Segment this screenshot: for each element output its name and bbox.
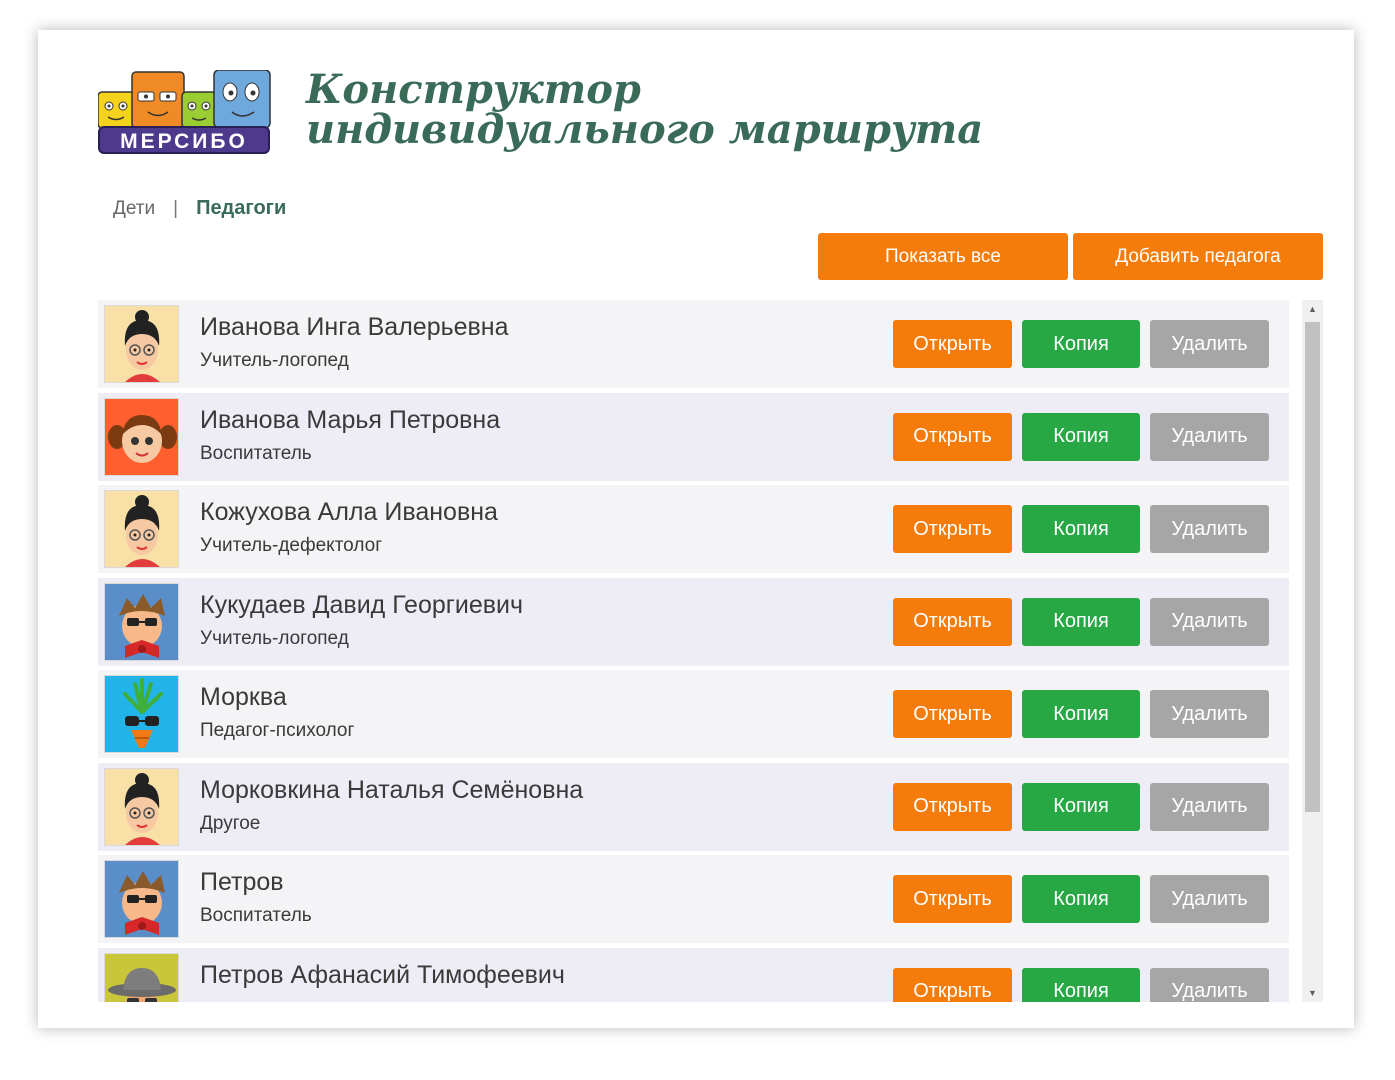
open-button[interactable]: Открыть <box>893 875 1012 923</box>
delete-button[interactable]: Удалить <box>1150 690 1269 738</box>
delete-button[interactable]: Удалить <box>1150 967 1269 1002</box>
delete-button[interactable]: Удалить <box>1150 505 1269 553</box>
scroll-up-arrow-icon[interactable]: ▲ <box>1302 300 1323 318</box>
add-teacher-button[interactable]: Добавить педагога <box>1073 233 1323 280</box>
open-button[interactable]: Открыть <box>893 505 1012 553</box>
nav-separator: | <box>173 197 179 219</box>
copy-button[interactable]: Копия <box>1022 320 1140 368</box>
main-card: МЕРСИБО Конструктор индивидуального марш… <box>38 30 1354 1028</box>
teacher-row: Петров Воспитатель Открыть Копия Удалить <box>98 855 1289 943</box>
teacher-role: Педагог-психолог <box>200 720 355 741</box>
copy-button[interactable]: Копия <box>1022 412 1140 461</box>
open-button[interactable]: Открыть <box>893 320 1012 368</box>
delete-button[interactable]: Удалить <box>1150 320 1269 368</box>
man-bowtie-icon <box>104 860 179 938</box>
copy-button[interactable]: Копия <box>1022 505 1140 553</box>
girl-pigtails-icon <box>104 397 179 476</box>
teacher-row: Иванова Марья Петровна Воспитатель Откры… <box>98 392 1289 481</box>
open-button[interactable]: Открыть <box>893 597 1012 646</box>
teacher-name: Кожухова Алла Ивановна <box>200 498 498 526</box>
woman-glasses-icon <box>104 490 179 568</box>
teacher-name: Иванова Марья Петровна <box>200 405 501 434</box>
teacher-row: Кукудаев Давид Георгиевич Учитель-логопе… <box>98 577 1289 666</box>
carrot-icon <box>104 675 179 753</box>
mersibo-logo[interactable]: МЕРСИБО <box>98 70 274 158</box>
teacher-row: Морковкина Наталья Семёновна Другое Откр… <box>98 762 1289 851</box>
man-hat-icon <box>104 952 179 1002</box>
copy-button[interactable]: Копия <box>1022 597 1140 646</box>
teacher-name: Петров Афанасий Тимофеевич <box>200 960 565 989</box>
nav-children-link[interactable]: Дети <box>113 198 155 220</box>
teacher-name: Иванова Инга Валерьевна <box>200 313 509 341</box>
copy-button[interactable]: Копия <box>1022 875 1140 923</box>
teacher-row: Петров Афанасий Тимофеевич Открыть Копия… <box>98 947 1289 1002</box>
teacher-role: Воспитатель <box>200 905 312 926</box>
teacher-role: Воспитатель <box>200 442 312 464</box>
delete-button[interactable]: Удалить <box>1150 412 1269 461</box>
logo-text: МЕРСИБО <box>98 126 270 154</box>
teacher-row: Иванова Инга Валерьевна Учитель-логопед … <box>98 300 1289 388</box>
teacher-role: Другое <box>200 812 261 834</box>
list-scrollbar[interactable]: ▲ ▼ <box>1302 300 1323 1002</box>
open-button[interactable]: Открыть <box>893 782 1012 831</box>
teacher-name: Петров <box>200 868 284 896</box>
open-button[interactable]: Открыть <box>893 967 1012 1002</box>
teacher-role: Учитель-дефектолог <box>200 535 383 556</box>
delete-button[interactable]: Удалить <box>1150 782 1269 831</box>
teacher-name: Морковкина Наталья Семёновна <box>200 775 584 804</box>
copy-button[interactable]: Копия <box>1022 782 1140 831</box>
scroll-thumb[interactable] <box>1305 322 1320 812</box>
delete-button[interactable]: Удалить <box>1150 597 1269 646</box>
page-title: Конструктор индивидуального маршрута <box>306 66 984 153</box>
open-button[interactable]: Открыть <box>893 412 1012 461</box>
teacher-name: Кукудаев Давид Георгиевич <box>200 590 524 619</box>
woman-glasses-icon <box>104 305 179 383</box>
man-bowtie-icon <box>104 582 179 661</box>
teacher-list: Иванова Инга Валерьевна Учитель-логопед … <box>98 300 1289 1002</box>
teacher-row: Кожухова Алла Ивановна Учитель-дефектоло… <box>98 485 1289 573</box>
woman-glasses-icon <box>104 767 179 846</box>
copy-button[interactable]: Копия <box>1022 967 1140 1002</box>
scroll-down-arrow-icon[interactable]: ▼ <box>1302 984 1323 1002</box>
teacher-name: Морква <box>200 683 287 711</box>
copy-button[interactable]: Копия <box>1022 690 1140 738</box>
teacher-role: Учитель-логопед <box>200 627 349 649</box>
section-nav: Дети | Педагоги <box>113 197 286 220</box>
teacher-role: Учитель-логопед <box>200 350 349 371</box>
teacher-row: Морква Педагог-психолог Открыть Копия Уд… <box>98 670 1289 758</box>
open-button[interactable]: Открыть <box>893 690 1012 738</box>
show-all-button[interactable]: Показать все <box>818 233 1068 280</box>
nav-teachers-link[interactable]: Педагоги <box>196 197 286 220</box>
delete-button[interactable]: Удалить <box>1150 875 1269 923</box>
